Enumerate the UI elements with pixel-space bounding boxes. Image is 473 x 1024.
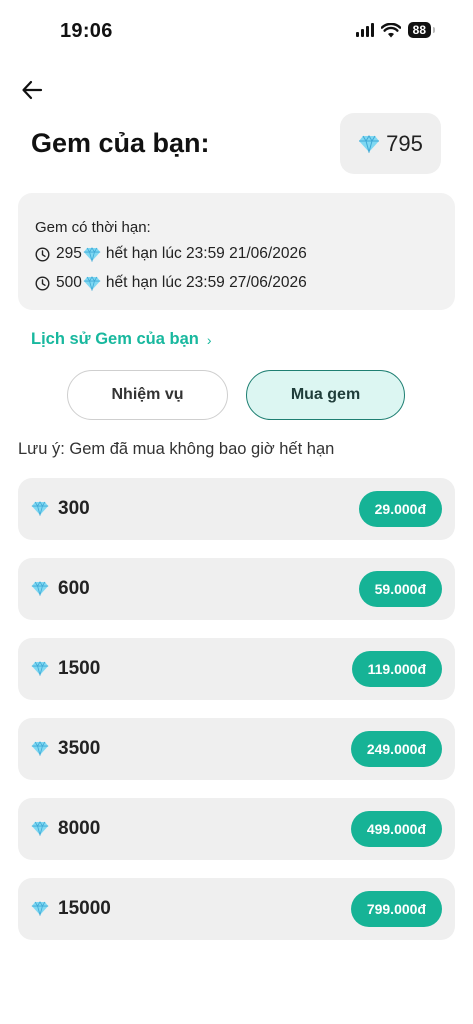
gem-icon bbox=[31, 501, 49, 516]
limited-gems-card: Gem có thời hạn: 295 hết hạn lúc 23:59 2… bbox=[18, 193, 455, 310]
status-time: 19:06 bbox=[60, 20, 113, 42]
limited-gem-expiry: hết hạn lúc 23:59 27/06/2026 bbox=[105, 274, 307, 291]
gem-package-1500[interactable]: 1500 119.000đ bbox=[18, 638, 455, 700]
gem-package-15000[interactable]: 15000 799.000đ bbox=[18, 878, 455, 940]
gem-package-8000[interactable]: 8000 499.000đ bbox=[18, 798, 455, 860]
package-amount: 15000 bbox=[58, 898, 111, 919]
price-button[interactable]: 249.000đ bbox=[350, 731, 442, 767]
gem-icon bbox=[31, 661, 49, 676]
status-bar: 19:06 88 bbox=[0, 0, 473, 60]
package-amount: 300 bbox=[58, 498, 90, 519]
price-button[interactable]: 499.000đ bbox=[350, 811, 442, 847]
package-amount: 8000 bbox=[58, 818, 101, 839]
limited-gem-amount: 500 bbox=[56, 274, 82, 291]
cellular-signal-icon bbox=[355, 23, 374, 37]
gem-package-3500[interactable]: 3500 249.000đ bbox=[18, 718, 455, 780]
price-button[interactable]: 59.000đ bbox=[358, 571, 442, 607]
clock-icon bbox=[35, 275, 50, 291]
price-button[interactable]: 29.000đ bbox=[358, 491, 442, 527]
limited-gem-row: 295 hết hạn lúc 23:59 21/06/2026 bbox=[35, 245, 455, 263]
gem-icon bbox=[31, 741, 49, 756]
gem-icon bbox=[31, 901, 49, 916]
limited-gem-expiry: hết hạn lúc 23:59 21/06/2026 bbox=[105, 245, 307, 262]
gem-icon bbox=[359, 134, 380, 153]
back-button[interactable] bbox=[18, 76, 46, 104]
limited-gems-title: Gem có thời hạn: bbox=[35, 219, 151, 236]
wifi-icon bbox=[380, 22, 401, 37]
limited-gem-row: 500 hết hạn lúc 23:59 27/06/2026 bbox=[35, 274, 455, 292]
chevron-right-icon: › bbox=[206, 331, 212, 348]
price-button[interactable]: 119.000đ bbox=[351, 651, 442, 687]
limited-gem-amount: 295 bbox=[56, 245, 82, 262]
battery-indicator: 88 bbox=[407, 22, 436, 38]
price-button[interactable]: 799.000đ bbox=[350, 891, 442, 927]
package-amount: 1500 bbox=[58, 658, 101, 679]
purchase-note: Lưu ý: Gem đã mua không bao giờ hết hạn bbox=[18, 440, 335, 458]
gem-icon bbox=[31, 821, 49, 836]
package-amount: 600 bbox=[58, 578, 90, 599]
gem-balance-chip: 795 bbox=[340, 113, 441, 174]
package-amount: 3500 bbox=[58, 738, 101, 759]
gem-package-600[interactable]: 600 59.000đ bbox=[18, 558, 455, 620]
back-arrow-icon bbox=[22, 80, 43, 100]
gem-history-label: Lịch sử Gem của bạn bbox=[31, 330, 199, 348]
tab-missions[interactable]: Nhiệm vụ bbox=[67, 370, 228, 420]
gem-icon bbox=[31, 581, 49, 596]
gem-balance-value: 795 bbox=[386, 130, 423, 156]
page-title: Gem của bạn: bbox=[31, 128, 210, 158]
status-icons: 88 bbox=[355, 22, 436, 38]
gem-package-list: 300 29.000đ 600 59.000đ 1500 119.000đ 35… bbox=[18, 478, 455, 958]
gem-package-300[interactable]: 300 29.000đ bbox=[18, 478, 455, 540]
tab-buy-gem[interactable]: Mua gem bbox=[246, 370, 405, 420]
gem-history-link[interactable]: Lịch sử Gem của bạn › bbox=[31, 330, 212, 349]
gem-icon bbox=[83, 275, 101, 291]
clock-icon bbox=[35, 246, 50, 262]
gem-icon bbox=[83, 246, 101, 262]
